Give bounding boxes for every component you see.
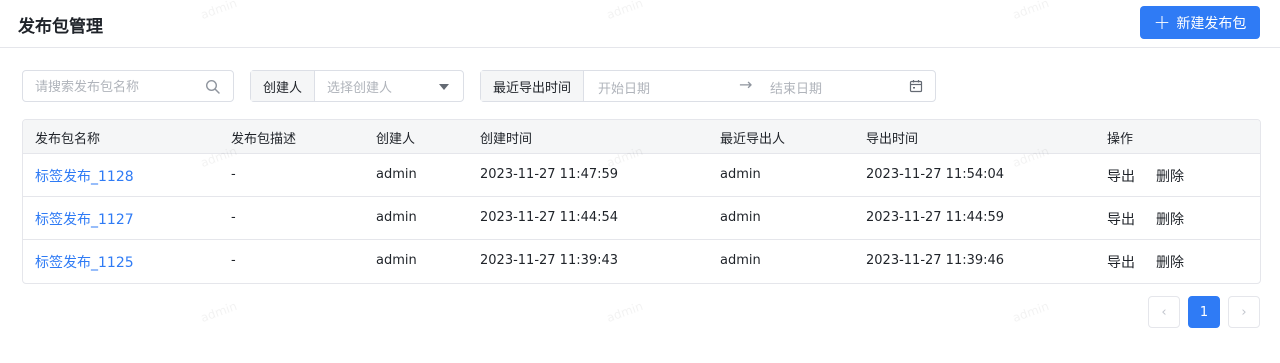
prev-page-button[interactable]: ‹ <box>1148 296 1180 328</box>
created-time-cell: 2023-11-27 11:44:54 <box>480 210 619 225</box>
search-box[interactable] <box>22 70 234 102</box>
table-row: 标签发布_1125 - admin 2023-11-27 11:39:43 ad… <box>23 240 1260 283</box>
export-time-cell: 2023-11-27 11:44:59 <box>866 210 1005 225</box>
export-time-filter: 最近导出时间 开始日期 → 结束日期 <box>480 70 936 102</box>
column-header-created-time: 创建时间 <box>480 132 533 147</box>
delete-action-link[interactable]: 删除 <box>1156 252 1184 272</box>
table-header: 发布包名称 发布包描述 创建人 创建时间 最近导出人 导出时间 操作 <box>23 120 1260 154</box>
creator-filter: 创建人 选择创建人 <box>250 70 464 102</box>
page-title: 发布包管理 <box>18 17 103 37</box>
watermark: admin <box>198 298 239 326</box>
release-package-table: 发布包名称 发布包描述 创建人 创建时间 最近导出人 导出时间 操作 标签发布_… <box>22 119 1261 284</box>
export-time-cell: 2023-11-27 11:39:46 <box>866 253 1005 268</box>
created-time-cell: 2023-11-27 11:39:43 <box>480 253 619 268</box>
creator-cell: admin <box>376 167 417 182</box>
export-action-link[interactable]: 导出 <box>1107 209 1135 229</box>
creator-select-placeholder: 选择创建人 <box>327 80 393 96</box>
export-time-cell: 2023-11-27 11:54:04 <box>866 167 1005 182</box>
exporter-cell: admin <box>720 253 761 268</box>
exporter-cell: admin <box>720 210 761 225</box>
export-action-link[interactable]: 导出 <box>1107 252 1135 272</box>
creator-cell: admin <box>376 210 417 225</box>
package-description: - <box>231 253 236 268</box>
page-button-current[interactable]: 1 <box>1188 296 1220 328</box>
arrow-right-icon: → <box>739 75 753 94</box>
new-button-label: 新建发布包 <box>1176 15 1247 32</box>
package-name-link[interactable]: 标签发布_1128 <box>35 166 134 186</box>
caret-down-icon <box>439 84 449 90</box>
package-description: - <box>231 167 236 182</box>
pagination: ‹ 1 › <box>1148 296 1260 328</box>
table-row: 标签发布_1128 - admin 2023-11-27 11:47:59 ad… <box>23 154 1260 197</box>
export-time-label: 最近导出时间 <box>481 71 585 101</box>
table-row: 标签发布_1127 - admin 2023-11-27 11:44:54 ad… <box>23 197 1260 240</box>
watermark: admin <box>1010 298 1051 326</box>
created-time-cell: 2023-11-27 11:47:59 <box>480 167 619 182</box>
delete-action-link[interactable]: 删除 <box>1156 166 1184 186</box>
column-header-creator: 创建人 <box>376 132 416 147</box>
end-date-input[interactable]: 结束日期 <box>770 78 822 97</box>
plus-icon: + <box>1153 9 1171 34</box>
exporter-cell: admin <box>720 167 761 182</box>
calendar-icon[interactable] <box>909 79 923 93</box>
column-header-description: 发布包描述 <box>231 132 297 147</box>
creator-select[interactable]: 选择创建人 <box>315 71 463 101</box>
search-input[interactable] <box>35 77 195 97</box>
delete-action-link[interactable]: 删除 <box>1156 209 1184 229</box>
column-header-actions: 操作 <box>1107 132 1134 147</box>
watermark: admin <box>604 298 645 326</box>
new-release-package-button[interactable]: + 新建发布包 <box>1140 6 1260 39</box>
creator-label: 创建人 <box>251 71 316 101</box>
next-page-button[interactable]: › <box>1228 296 1260 328</box>
column-header-last-exporter: 最近导出人 <box>720 132 786 147</box>
date-range-picker[interactable]: 开始日期 → 结束日期 <box>584 71 935 101</box>
export-action-link[interactable]: 导出 <box>1107 166 1135 186</box>
creator-cell: admin <box>376 253 417 268</box>
column-header-name: 发布包名称 <box>35 132 101 147</box>
package-name-link[interactable]: 标签发布_1127 <box>35 209 134 229</box>
start-date-input[interactable]: 开始日期 <box>598 78 650 97</box>
page-header: 发布包管理 + 新建发布包 <box>0 0 1280 48</box>
package-name-link[interactable]: 标签发布_1125 <box>35 252 134 272</box>
search-icon[interactable] <box>205 79 221 95</box>
column-header-export-time: 导出时间 <box>866 132 919 147</box>
package-description: - <box>231 210 236 225</box>
